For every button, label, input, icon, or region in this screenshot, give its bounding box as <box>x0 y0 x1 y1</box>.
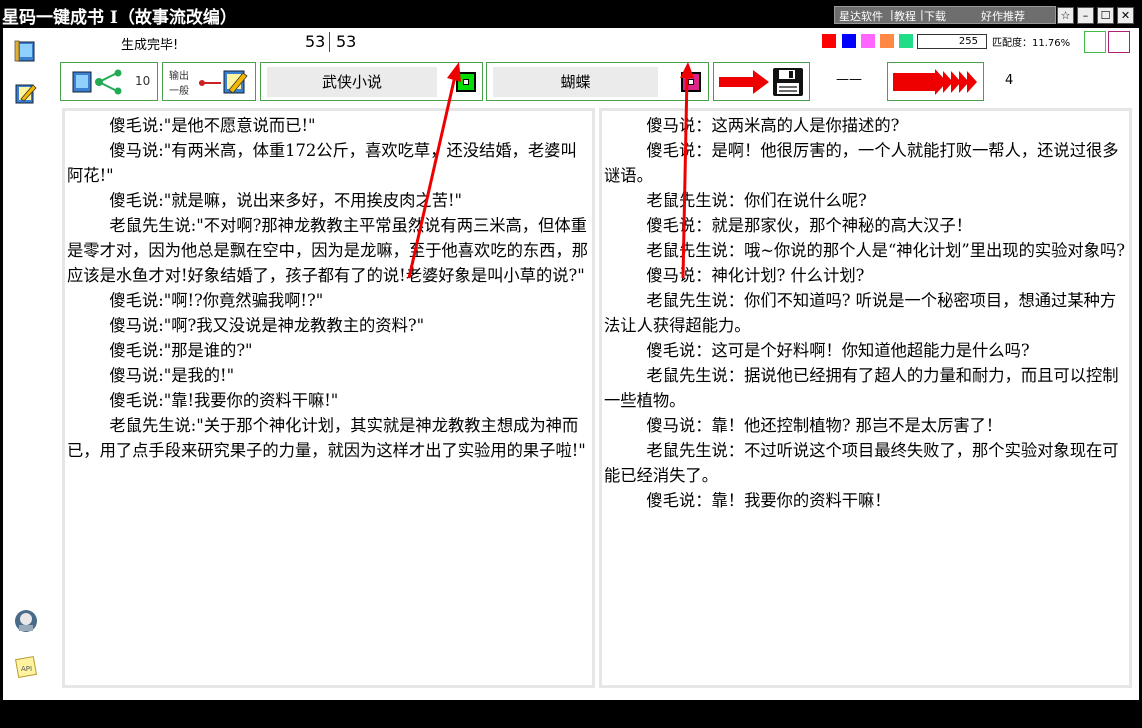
pink-dot-center <box>688 79 694 85</box>
left-panel-paragraph: 老鼠先生说:"不对啊?那神龙教教主平常虽然说有两三米高，但体重是零才对，因为他总… <box>67 216 589 285</box>
link-tutorial[interactable]: 教程 <box>894 8 916 24</box>
share-icon <box>72 69 122 95</box>
save-disk-icon <box>773 68 803 96</box>
output-label-2: 一般 <box>169 86 189 97</box>
style-dropdown[interactable]: 武侠小说 <box>267 67 437 97</box>
count-total: 53 <box>336 32 357 51</box>
save-button[interactable] <box>713 62 810 101</box>
output-mode-button[interactable]: 输出 一般 <box>162 62 256 101</box>
title-bar[interactable]: 星码一键成书 I（故事流改编） 星达软件 | 教程 | 下载 好作推荐 ☆ – … <box>0 0 1142 28</box>
sidebar: API <box>3 28 55 700</box>
right-arrow-icon <box>719 70 769 94</box>
match-degree-label: 匹配度：11.76% <box>992 38 1071 49</box>
color-swatch-pink[interactable] <box>861 34 875 48</box>
pink-dot-icon[interactable] <box>681 72 701 92</box>
left-panel-paragraph: 傻毛说:"是他不愿意说而已!" <box>109 116 316 135</box>
share-button[interactable]: 10 <box>60 62 158 101</box>
top-links-bar: 星达软件 | 教程 | 下载 好作推荐 <box>834 6 1056 24</box>
left-text-panel[interactable]: 傻毛说:"是他不愿意说而已!" 傻马说:"有两米高，体重172公斤，喜欢吃草，还没… <box>62 108 595 688</box>
left-panel-paragraph: 老鼠先生说:"关于那个神化计划，其实就是神龙教教主想成为神而已，用了点手段来研究… <box>67 416 586 460</box>
star-button[interactable]: ☆ <box>1057 7 1074 24</box>
right-panel-paragraph: 老鼠先生说：你们不知道吗? 听说是一个秘密项目，想通过某种方法让人获得超能力。 <box>604 291 1117 335</box>
app-window: 星码一键成书 I（故事流改编） 星达软件 | 教程 | 下载 好作推荐 ☆ – … <box>0 0 1142 728</box>
status-message: 生成完毕! <box>121 38 179 53</box>
color-swatch-red[interactable] <box>822 34 836 48</box>
maximize-button[interactable]: ☐ <box>1097 7 1114 24</box>
outline-box-green[interactable] <box>1084 31 1106 53</box>
notebook-edit-icon[interactable] <box>13 80 39 106</box>
left-panel-paragraph: 傻毛说:"啊!?你竟然骗我啊!?" <box>109 291 324 310</box>
window-footer <box>0 700 1142 728</box>
right-panel-paragraph: 傻毛说：这可是个好料啊！你知道他超能力是什么吗? <box>646 341 1030 360</box>
left-panel-paragraph: 傻毛说:"就是嘛，说出来多好，不用挨皮肉之苦!" <box>109 191 463 210</box>
right-panel-paragraph: 傻毛说：靠！我要你的资料干嘛！ <box>646 491 891 510</box>
right-panel-paragraph: 老鼠先生说：哦~你说的那个人是“神化计划”里出现的实验对象吗? <box>646 241 1125 260</box>
output-label-1: 输出 <box>169 71 189 82</box>
color-swatch-blue[interactable] <box>842 34 856 48</box>
forward-button[interactable] <box>887 62 984 101</box>
close-button[interactable]: ✕ <box>1117 7 1134 24</box>
dash-label: —— <box>836 72 862 87</box>
svg-text:API: API <box>21 665 32 673</box>
left-panel-paragraph: 傻马说:"啊?我又没说是神龙教教主的资料?" <box>109 316 425 335</box>
color-swatch-orange[interactable] <box>880 34 894 48</box>
right-panel-paragraph: 老鼠先生说：你们在说什么呢? <box>646 191 867 210</box>
minimize-button[interactable]: – <box>1077 7 1094 24</box>
status-row: 生成完毕! 53 53 255 匹配度：11.76% <box>55 28 1139 58</box>
right-panel-paragraph: 老鼠先生说：不过听说这个项目最终失败了，那个实验对象现在可能已经消失了。 <box>604 441 1119 485</box>
outline-box-purple[interactable] <box>1108 31 1130 53</box>
app-title: 星码一键成书 I（故事流改编） <box>2 8 237 28</box>
left-panel-paragraph: 傻毛说:"靠!我要你的资料干嘛!" <box>109 391 339 410</box>
right-panel-paragraph: 傻马说：靠！他还控制植物? 那岂不是太厉害了！ <box>646 416 1003 435</box>
link-software[interactable]: 星达软件 <box>839 8 883 24</box>
right-text-panel[interactable]: 傻马说：这两米高的人是你描述的? 傻毛说：是啊！他很厉害的，一个人就能打败一帮人，… <box>599 108 1132 688</box>
green-dot-icon[interactable] <box>456 72 476 92</box>
left-panel-paragraph: 傻马说:"是我的!" <box>109 366 235 385</box>
right-panel-paragraph: 老鼠先生说：据说他已经拥有了超人的力量和耐力，而且可以控制一些植物。 <box>604 366 1119 410</box>
character-avatar-icon[interactable] <box>13 608 39 634</box>
forward-arrows-icon <box>893 69 977 95</box>
share-count: 10 <box>135 74 151 88</box>
left-panel-paragraph: 傻毛说:"那是谁的?" <box>109 341 253 360</box>
green-dot-center <box>463 79 469 85</box>
left-panel-content: 傻毛说:"是他不愿意说而已!" 傻马说:"有两米高，体重172公斤，喜欢吃草，还没… <box>65 111 592 463</box>
right-panel-paragraph: 傻毛说：就是那家伙，那个神秘的高大汉子！ <box>646 216 973 235</box>
color-swatch-green[interactable] <box>899 34 913 48</box>
count-divider <box>329 32 330 52</box>
link-download[interactable]: 下载 <box>924 8 946 24</box>
right-panel-paragraph: 傻马说：这两米高的人是你描述的? <box>646 116 900 135</box>
number-input[interactable]: 255 <box>917 34 987 49</box>
left-panel-paragraph: 傻马说:"有两米高，体重172公斤，喜欢吃草，还没结婚，老婆叫阿花!" <box>67 141 577 185</box>
save-arrow-graphic <box>719 68 803 96</box>
output-edit-icon <box>199 70 248 94</box>
right-panel-paragraph: 傻马说：神化计划? 什么计划? <box>646 266 865 285</box>
style-selector: 武侠小说 <box>260 62 483 101</box>
target-selector: 蝴蝶 <box>486 62 709 101</box>
book-icon[interactable] <box>13 38 39 64</box>
target-dropdown[interactable]: 蝴蝶 <box>493 67 658 97</box>
api-note-icon[interactable]: API <box>13 654 39 680</box>
count-current: 53 <box>305 32 326 51</box>
right-panel-paragraph: 傻毛说：是啊！他很厉害的，一个人就能打败一帮人，还说过很多谜语。 <box>604 141 1119 185</box>
link-recommend[interactable]: 好作推荐 <box>981 8 1025 24</box>
right-panel-content: 傻马说：这两米高的人是你描述的? 傻毛说：是啊！他很厉害的，一个人就能打败一帮人，… <box>602 111 1129 513</box>
client-area: API 生成完毕! 53 53 255 匹配度：11.76% 10 输出 一般 … <box>3 28 1139 700</box>
page-number: 4 <box>1005 73 1014 88</box>
